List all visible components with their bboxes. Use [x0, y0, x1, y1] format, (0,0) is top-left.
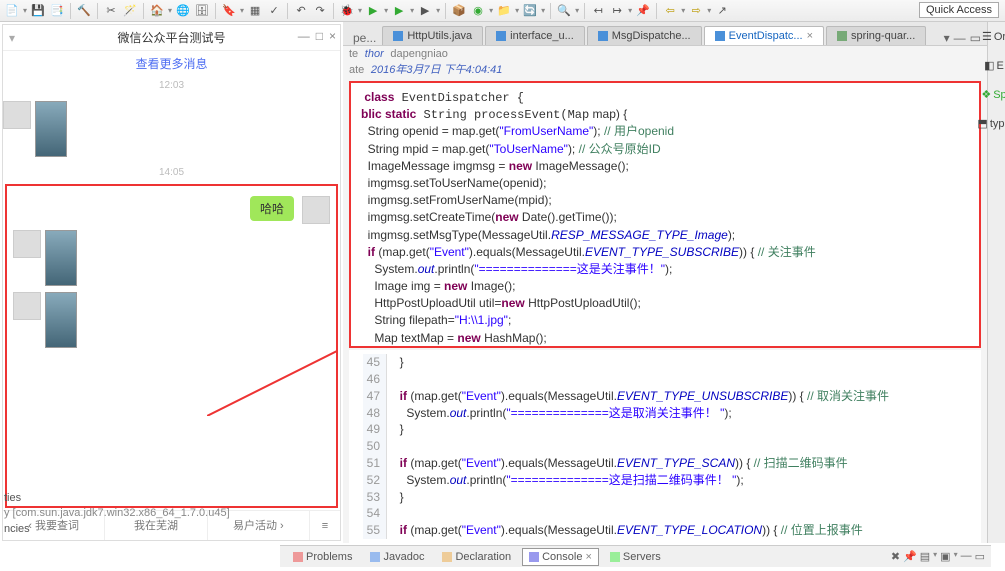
image-message[interactable]	[45, 230, 77, 286]
maximize-icon[interactable]: ▭	[970, 31, 981, 45]
avatar	[3, 101, 31, 129]
console-menu-icon[interactable]: ▤	[920, 550, 930, 563]
right-views: ☰ Or ◧ E ❖ Sp ⬒ type	[983, 22, 1005, 130]
main-toolbar: 📄▾ 💾 📑 🔨 ✂ 🪄 🏠▾ 🌐 🗄 🔖▾ ▦ ✓ ↶ ↷ 🐞▾ ▶▾ ▶▾ …	[0, 0, 1005, 22]
console-tab[interactable]: Console ×	[522, 548, 599, 566]
console-clear-icon[interactable]: ✖	[891, 550, 900, 563]
javadoc-snippet: te thor dapengniaoate 2016年3月7日 下午4:04:4…	[343, 46, 987, 79]
java-file-icon	[393, 31, 403, 41]
tab-msgdispatcher[interactable]: MsgDispatche...	[587, 26, 702, 45]
code-editor-continued[interactable]: 45 46 47 48 49 50 51 52 53 54 55 } if (m…	[349, 350, 981, 543]
tab-springquar[interactable]: spring-quar...	[826, 26, 926, 45]
code-editor[interactable]: class EventDispatcher { blic static Stri…	[349, 81, 981, 348]
close-icon[interactable]: ×	[329, 29, 336, 43]
view-e[interactable]: ◧ E	[984, 59, 1004, 72]
next-icon[interactable]: ↦	[609, 3, 625, 19]
editor-tabs: pe... HttpUtils.java interface_u... MsgD…	[343, 22, 987, 46]
java-file-icon	[598, 31, 608, 41]
image-message[interactable]	[45, 292, 77, 348]
load-more-link[interactable]: 查看更多消息	[3, 51, 340, 76]
type-tab[interactable]: ⬒ type	[977, 117, 1005, 130]
text-bubble: 哈哈	[250, 196, 294, 221]
globe-icon[interactable]: 🌐	[175, 3, 191, 19]
timestamp: 12:03	[3, 80, 340, 91]
java-file-icon	[715, 31, 725, 41]
console-pin-icon[interactable]: 📌	[903, 550, 917, 563]
class-icon[interactable]: ◉	[470, 3, 486, 19]
wechat-title: 微信公众平台测试号	[117, 29, 225, 46]
tab-interface[interactable]: interface_u...	[485, 26, 585, 45]
wand-icon[interactable]: 🪄	[122, 3, 138, 19]
save-all-icon[interactable]: 📑	[49, 3, 65, 19]
build-icon[interactable]: 🔨	[76, 3, 92, 19]
folder-icon[interactable]: 📁	[496, 3, 512, 19]
redo-icon[interactable]: ↷	[312, 3, 328, 19]
avatar	[13, 292, 41, 320]
tab-eventdispatcher[interactable]: EventDispatc...×	[704, 26, 824, 45]
bookmark-icon[interactable]: 🔖	[221, 3, 237, 19]
run3-icon[interactable]: ▶	[417, 3, 433, 19]
pin-icon[interactable]: 📌	[635, 3, 651, 19]
struct-icon[interactable]: ▦	[247, 3, 263, 19]
avatar	[302, 196, 330, 224]
maximize-icon[interactable]: □	[316, 29, 323, 43]
debug-icon[interactable]: 🐞	[339, 3, 355, 19]
new-icon[interactable]: 📄	[4, 3, 20, 19]
run-icon[interactable]: ▶	[365, 3, 381, 19]
java-file-icon	[496, 31, 506, 41]
ext-icon[interactable]: ↗	[714, 3, 730, 19]
tab-prefix: pe...	[349, 31, 380, 45]
wechat-preview: 微信公众平台测试号 ▾ — □ × 查看更多消息 12:03 14:05 哈哈	[2, 24, 341, 541]
search-icon[interactable]: 🔍	[556, 3, 572, 19]
declaration-tab[interactable]: Declaration	[435, 548, 518, 566]
image-message[interactable]	[35, 101, 67, 157]
save-icon[interactable]: 💾	[30, 3, 46, 19]
package-explorer: ties y [com.sun.java.jdk7.win32.x86_64_1…	[4, 491, 230, 537]
pkg-icon[interactable]: 📦	[451, 3, 467, 19]
tab-httputils[interactable]: HttpUtils.java	[382, 26, 483, 45]
tab-close-icon[interactable]: ×	[585, 551, 591, 563]
timestamp: 14:05	[3, 167, 340, 178]
console-open-icon[interactable]: ▣	[940, 550, 950, 563]
javadoc-tab[interactable]: Javadoc	[363, 548, 431, 566]
tab-close-icon[interactable]: ×	[807, 30, 813, 42]
menu-more[interactable]: ≡	[310, 511, 340, 540]
problems-tab[interactable]: Problems	[286, 548, 359, 566]
spring-tab[interactable]: ❖ Sp	[981, 88, 1005, 101]
servers-tab[interactable]: Servers	[603, 548, 668, 566]
db-icon[interactable]: 🗄	[194, 3, 210, 19]
minimize-icon[interactable]: —	[961, 550, 972, 563]
undo-icon[interactable]: ↶	[293, 3, 309, 19]
outline-tab[interactable]: ☰ Or	[982, 30, 1005, 43]
maximize-icon[interactable]: ▭	[975, 550, 985, 563]
quick-access-box[interactable]: Quick Access	[919, 2, 999, 18]
minimize-icon[interactable]: —	[954, 31, 966, 45]
xml-file-icon	[837, 31, 847, 41]
avatar	[13, 230, 41, 258]
home-icon[interactable]: 🏠	[149, 3, 165, 19]
task-icon[interactable]: ✓	[266, 3, 282, 19]
refresh-icon[interactable]: 🔄	[522, 3, 538, 19]
minimize-icon[interactable]: —	[298, 29, 310, 43]
fwd-icon[interactable]: ⇨	[688, 3, 704, 19]
cut-icon[interactable]: ✂	[103, 3, 119, 19]
bottom-views: Problems Javadoc Declaration Console × S…	[280, 545, 991, 567]
line-gutter: 45 46 47 48 49 50 51 52 53 54 55	[363, 354, 387, 539]
run-alt-icon[interactable]: ▶	[391, 3, 407, 19]
prev-icon[interactable]: ↤	[590, 3, 606, 19]
tabs-menu-icon[interactable]: ▾	[944, 31, 950, 45]
back-icon[interactable]: ⇦	[662, 3, 678, 19]
